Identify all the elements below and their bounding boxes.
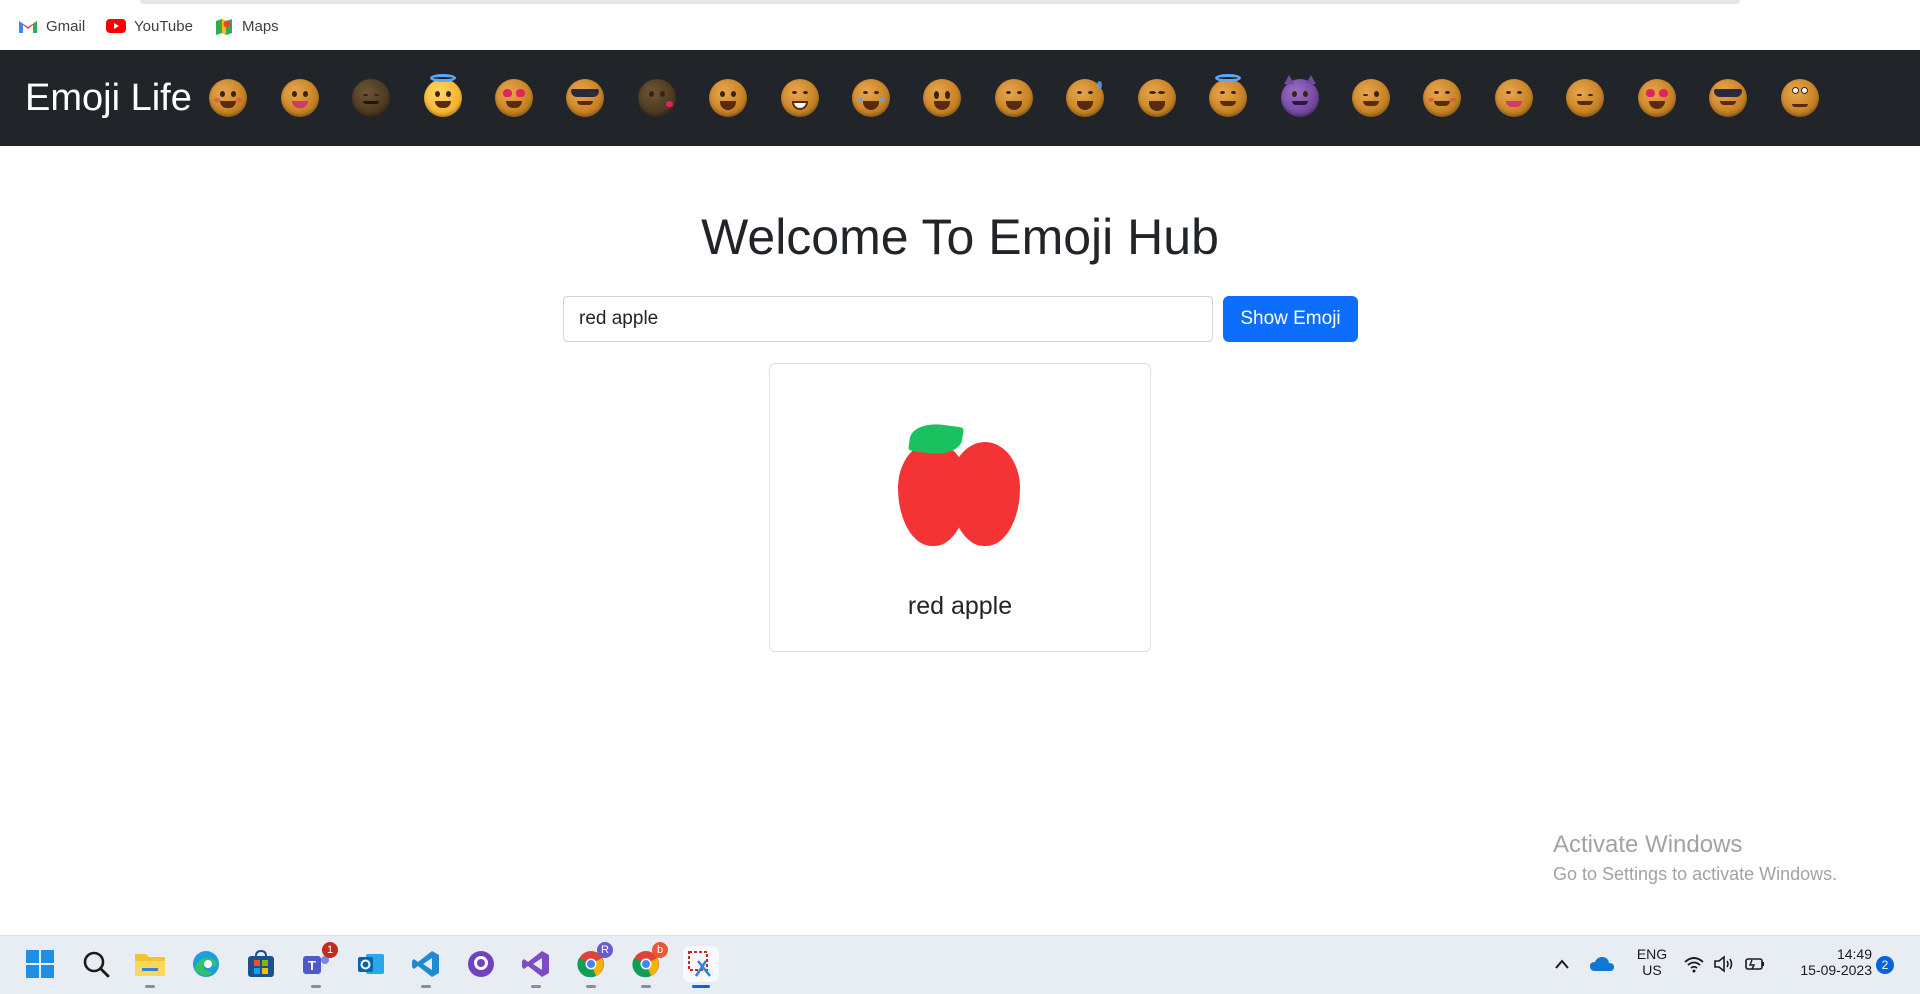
grinning-face-icon[interactable]	[709, 79, 747, 117]
gmail-icon	[18, 18, 38, 34]
halo-face-icon[interactable]	[1209, 74, 1247, 117]
activate-windows-title: Activate Windows	[1553, 831, 1743, 858]
sunglasses-face-icon[interactable]	[1709, 79, 1747, 117]
wifi-icon[interactable]	[1680, 946, 1708, 982]
teams-badge: 1	[322, 942, 338, 958]
chrome-profile-badge: R	[597, 942, 613, 958]
language-indicator[interactable]: ENG US	[1632, 946, 1672, 978]
svg-text:T: T	[308, 958, 316, 973]
chevron-up-icon[interactable]	[1544, 946, 1580, 982]
grinning-smiling-eyes-face-icon[interactable]	[995, 79, 1033, 117]
clock[interactable]: 14:49 15-09-2023	[1782, 946, 1872, 978]
red-apple-icon	[898, 420, 1024, 550]
emoji-result-label: red apple	[907, 592, 1013, 620]
squinting-laugh-face-icon[interactable]	[1138, 79, 1176, 117]
language-line1: ENG	[1636, 946, 1668, 962]
heart-eyes-face-icon[interactable]	[1638, 79, 1676, 117]
devil-face-icon[interactable]	[1281, 75, 1319, 117]
notification-badge[interactable]: 2	[1876, 956, 1894, 974]
tab-strip-edge	[140, 0, 1740, 4]
bookmark-maps[interactable]: Maps	[214, 14, 279, 38]
onedrive-icon[interactable]	[1584, 946, 1620, 982]
start-icon[interactable]	[22, 946, 58, 982]
maps-icon	[214, 18, 234, 35]
beaming-face-icon[interactable]	[781, 79, 819, 117]
battery-icon[interactable]	[1740, 946, 1768, 982]
rolling-eyes-face-icon[interactable]	[1781, 79, 1819, 117]
page-title: Welcome To Emoji Hub	[701, 209, 1219, 265]
tears-of-joy-face-icon[interactable]	[852, 79, 890, 117]
outlook-icon[interactable]	[353, 946, 389, 982]
navbar: Emoji Life	[0, 50, 1920, 146]
winking-face-icon[interactable]	[1352, 79, 1390, 117]
visual-studio-icon[interactable]	[518, 946, 554, 988]
search-icon[interactable]	[78, 946, 114, 982]
file-explorer-icon[interactable]	[132, 946, 168, 988]
emoji-result-card: red apple	[769, 363, 1151, 652]
bookmarks-bar: Gmail YouTube Maps	[0, 0, 1920, 50]
chrome-profile-badge: b	[652, 942, 668, 958]
face-savoring-food-icon[interactable]	[281, 79, 319, 117]
bookmark-gmail[interactable]: Gmail	[18, 14, 85, 38]
bookmark-label: YouTube	[134, 17, 193, 35]
edge-icon[interactable]	[188, 946, 224, 982]
brand-title[interactable]: Emoji Life	[25, 76, 192, 120]
face-savoring-food-icon[interactable]	[1495, 79, 1533, 117]
heart-eyes-face-icon[interactable]	[495, 79, 533, 117]
smiling-face-icon[interactable]	[209, 79, 247, 117]
smiling-face-icon[interactable]	[1423, 79, 1461, 117]
show-emoji-button[interactable]: Show Emoji	[1223, 296, 1358, 342]
bookmark-youtube[interactable]: YouTube	[106, 14, 193, 38]
volume-icon[interactable]	[1710, 946, 1738, 982]
vscode-icon[interactable]	[408, 946, 444, 988]
bookmark-label: Gmail	[46, 17, 86, 35]
store-icon[interactable]	[243, 946, 279, 982]
chrome-profile-b-icon[interactable]: b	[628, 942, 668, 988]
github-icon[interactable]	[463, 946, 499, 982]
sweat-smile-face-icon[interactable]	[1066, 79, 1104, 117]
bookmark-label: Maps	[242, 17, 279, 35]
snipping-tool-icon[interactable]	[683, 946, 719, 988]
taskbar: T 1 R b ENG US 14:49 15-09-2023 2	[0, 935, 1920, 994]
sunglasses-face-icon[interactable]	[566, 79, 604, 117]
grinning-big-eyes-face-icon[interactable]	[923, 79, 961, 117]
clock-time: 14:49	[1836, 946, 1872, 962]
teams-icon[interactable]: T 1	[298, 942, 338, 988]
clock-date: 15-09-2023	[1800, 962, 1872, 978]
activate-windows-subtitle: Go to Settings to activate Windows.	[1553, 864, 1838, 884]
youtube-icon	[106, 18, 126, 34]
emoji-search-input[interactable]	[563, 296, 1213, 342]
chrome-profile-r-icon[interactable]: R	[573, 942, 613, 988]
language-line2: US	[1642, 962, 1662, 978]
relieved-face-dark-icon[interactable]	[352, 79, 390, 117]
relieved-face-icon[interactable]	[1566, 79, 1604, 117]
kissing-face-dark-icon[interactable]	[638, 79, 676, 117]
halo-face-icon[interactable]	[424, 74, 462, 117]
